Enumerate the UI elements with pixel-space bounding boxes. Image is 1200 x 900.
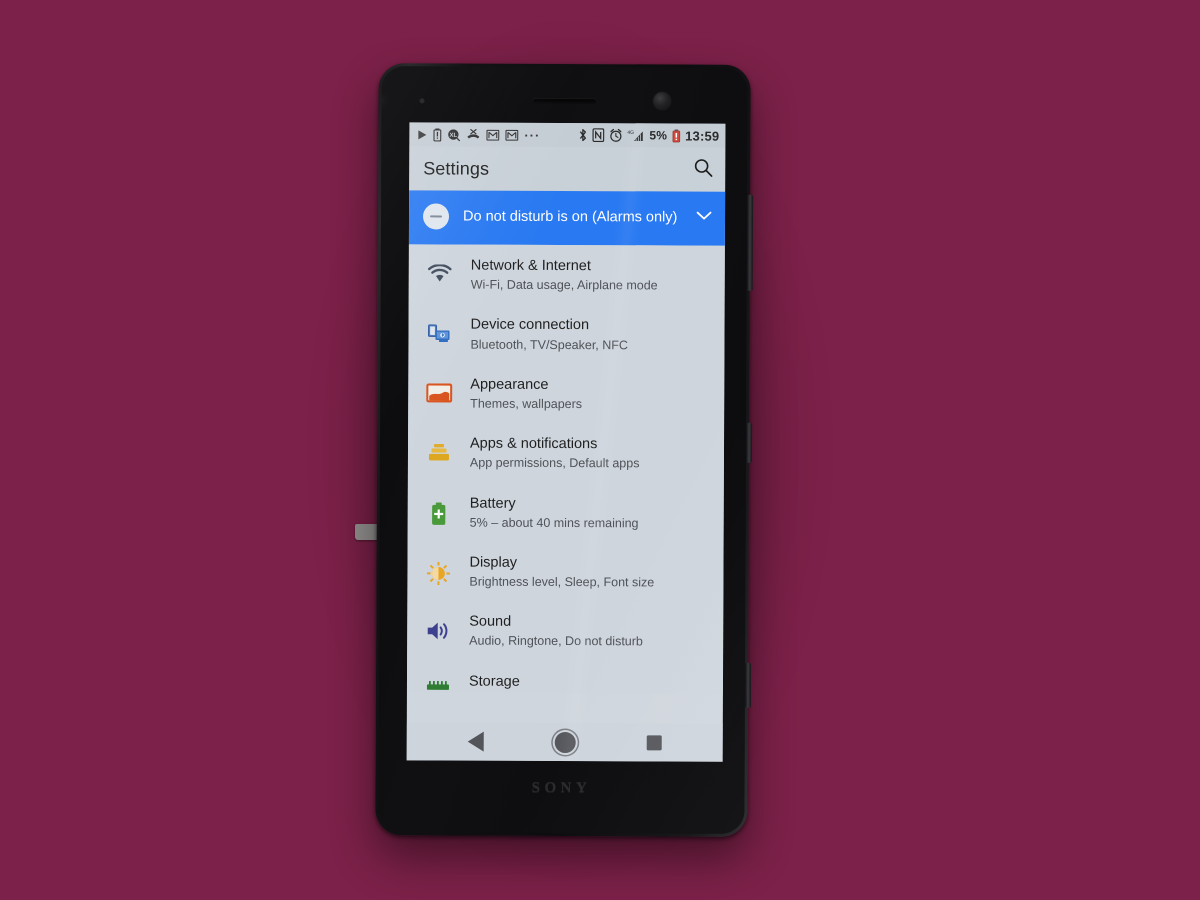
gmail-icon-2 [505,129,519,141]
app-bar: Settings [409,146,726,192]
power-button[interactable] [745,422,753,463]
alarm-icon [609,128,622,142]
settings-item-apps-notifications[interactable]: Apps & notifications App permissions, De… [408,422,724,483]
bluetooth-icon [578,128,587,142]
settings-item-subtitle: Themes, wallpapers [470,396,583,411]
settings-item-title: Network & Internet [470,257,591,275]
settings-item-title: Battery [469,495,516,512]
battery-percent-label: 5% [649,128,668,143]
settings-item-subtitle: Audio, Ringtone, Do not disturb [469,633,643,649]
settings-item-title: Appearance [470,376,549,393]
settings-item-display[interactable]: Display Brightness level, Sleep, Font si… [407,541,723,602]
navigation-bar [406,722,723,762]
brightness-icon [407,553,469,585]
battery-low-icon [672,128,680,142]
settings-item-battery[interactable]: Battery 5% – about 40 mins remaining [408,482,724,543]
play-icon [417,129,427,140]
settings-item-subtitle: Bluetooth, TV/Speaker, NFC [470,337,628,352]
camera-shutter-button[interactable] [744,662,752,708]
settings-item-storage[interactable]: Storage [407,660,723,693]
settings-item-title: Storage [468,673,520,690]
storage-icon [407,672,469,692]
wifi-icon [409,256,471,282]
signal-strength-icon: 4G [627,128,644,142]
status-clock: 13:59 [685,128,720,144]
front-camera [653,92,671,110]
do-not-disturb-label: Do not disturb is on (Alarms only) [462,208,678,226]
network-type-label: 4G [627,130,634,136]
back-button[interactable] [468,731,485,752]
status-bar: XL ··· 4G 5% 13:59 [409,122,726,148]
volume-rocker-button[interactable] [746,194,754,291]
chevron-down-icon[interactable] [695,209,713,227]
volume-icon [407,613,469,642]
phone-screen: XL ··· 4G 5% 13:59 Settings Do not distu… [406,122,726,762]
settings-item-device-connection[interactable]: Device connection Bluetooth, TV/Speaker,… [408,304,724,365]
battery-icon [408,494,470,525]
search-icon[interactable] [693,157,713,182]
settings-item-subtitle: Brightness level, Sleep, Font size [469,574,655,590]
settings-item-subtitle: App permissions, Default apps [469,455,640,471]
settings-item-sound[interactable]: Sound Audio, Ringtone, Do not disturb [407,601,723,662]
proximity-sensor [419,98,425,104]
do-not-disturb-icon [422,203,450,230]
device-brand-label: SONY [531,779,592,797]
do-not-disturb-banner[interactable]: Do not disturb is on (Alarms only) [408,190,726,246]
missed-call-icon [466,128,480,141]
bezel-reflection [378,94,385,107]
nfc-icon [592,128,605,143]
settings-item-network-internet[interactable]: Network & Internet Wi-Fi, Data usage, Ai… [409,244,725,305]
recents-button[interactable] [646,734,662,750]
settings-item-subtitle: 5% – about 40 mins remaining [469,515,639,530]
settings-item-title: Apps & notifications [469,435,598,453]
appearance-image-icon [408,375,470,403]
settings-item-appearance[interactable]: Appearance Themes, wallpapers [408,363,724,424]
settings-item-title: Sound [469,613,512,631]
settings-item-title: Display [469,554,518,571]
battery-alert-icon [433,127,442,141]
sony-phone-device: XL ··· 4G 5% 13:59 Settings Do not distu… [375,63,754,837]
earpiece-speaker [532,97,597,105]
settings-item-title: Device connection [470,316,590,334]
page-title: Settings [423,157,490,179]
xl-badge-icon: XL [447,128,461,141]
more-notifications-icon: ··· [524,127,541,143]
device-connection-icon [408,316,470,344]
apps-stack-icon [408,434,470,462]
settings-item-subtitle: Wi-Fi, Data usage, Airplane mode [470,277,658,293]
settings-list: Network & Internet Wi-Fi, Data usage, Ai… [406,244,725,694]
home-button[interactable] [554,731,576,753]
gmail-icon-1 [486,129,500,141]
